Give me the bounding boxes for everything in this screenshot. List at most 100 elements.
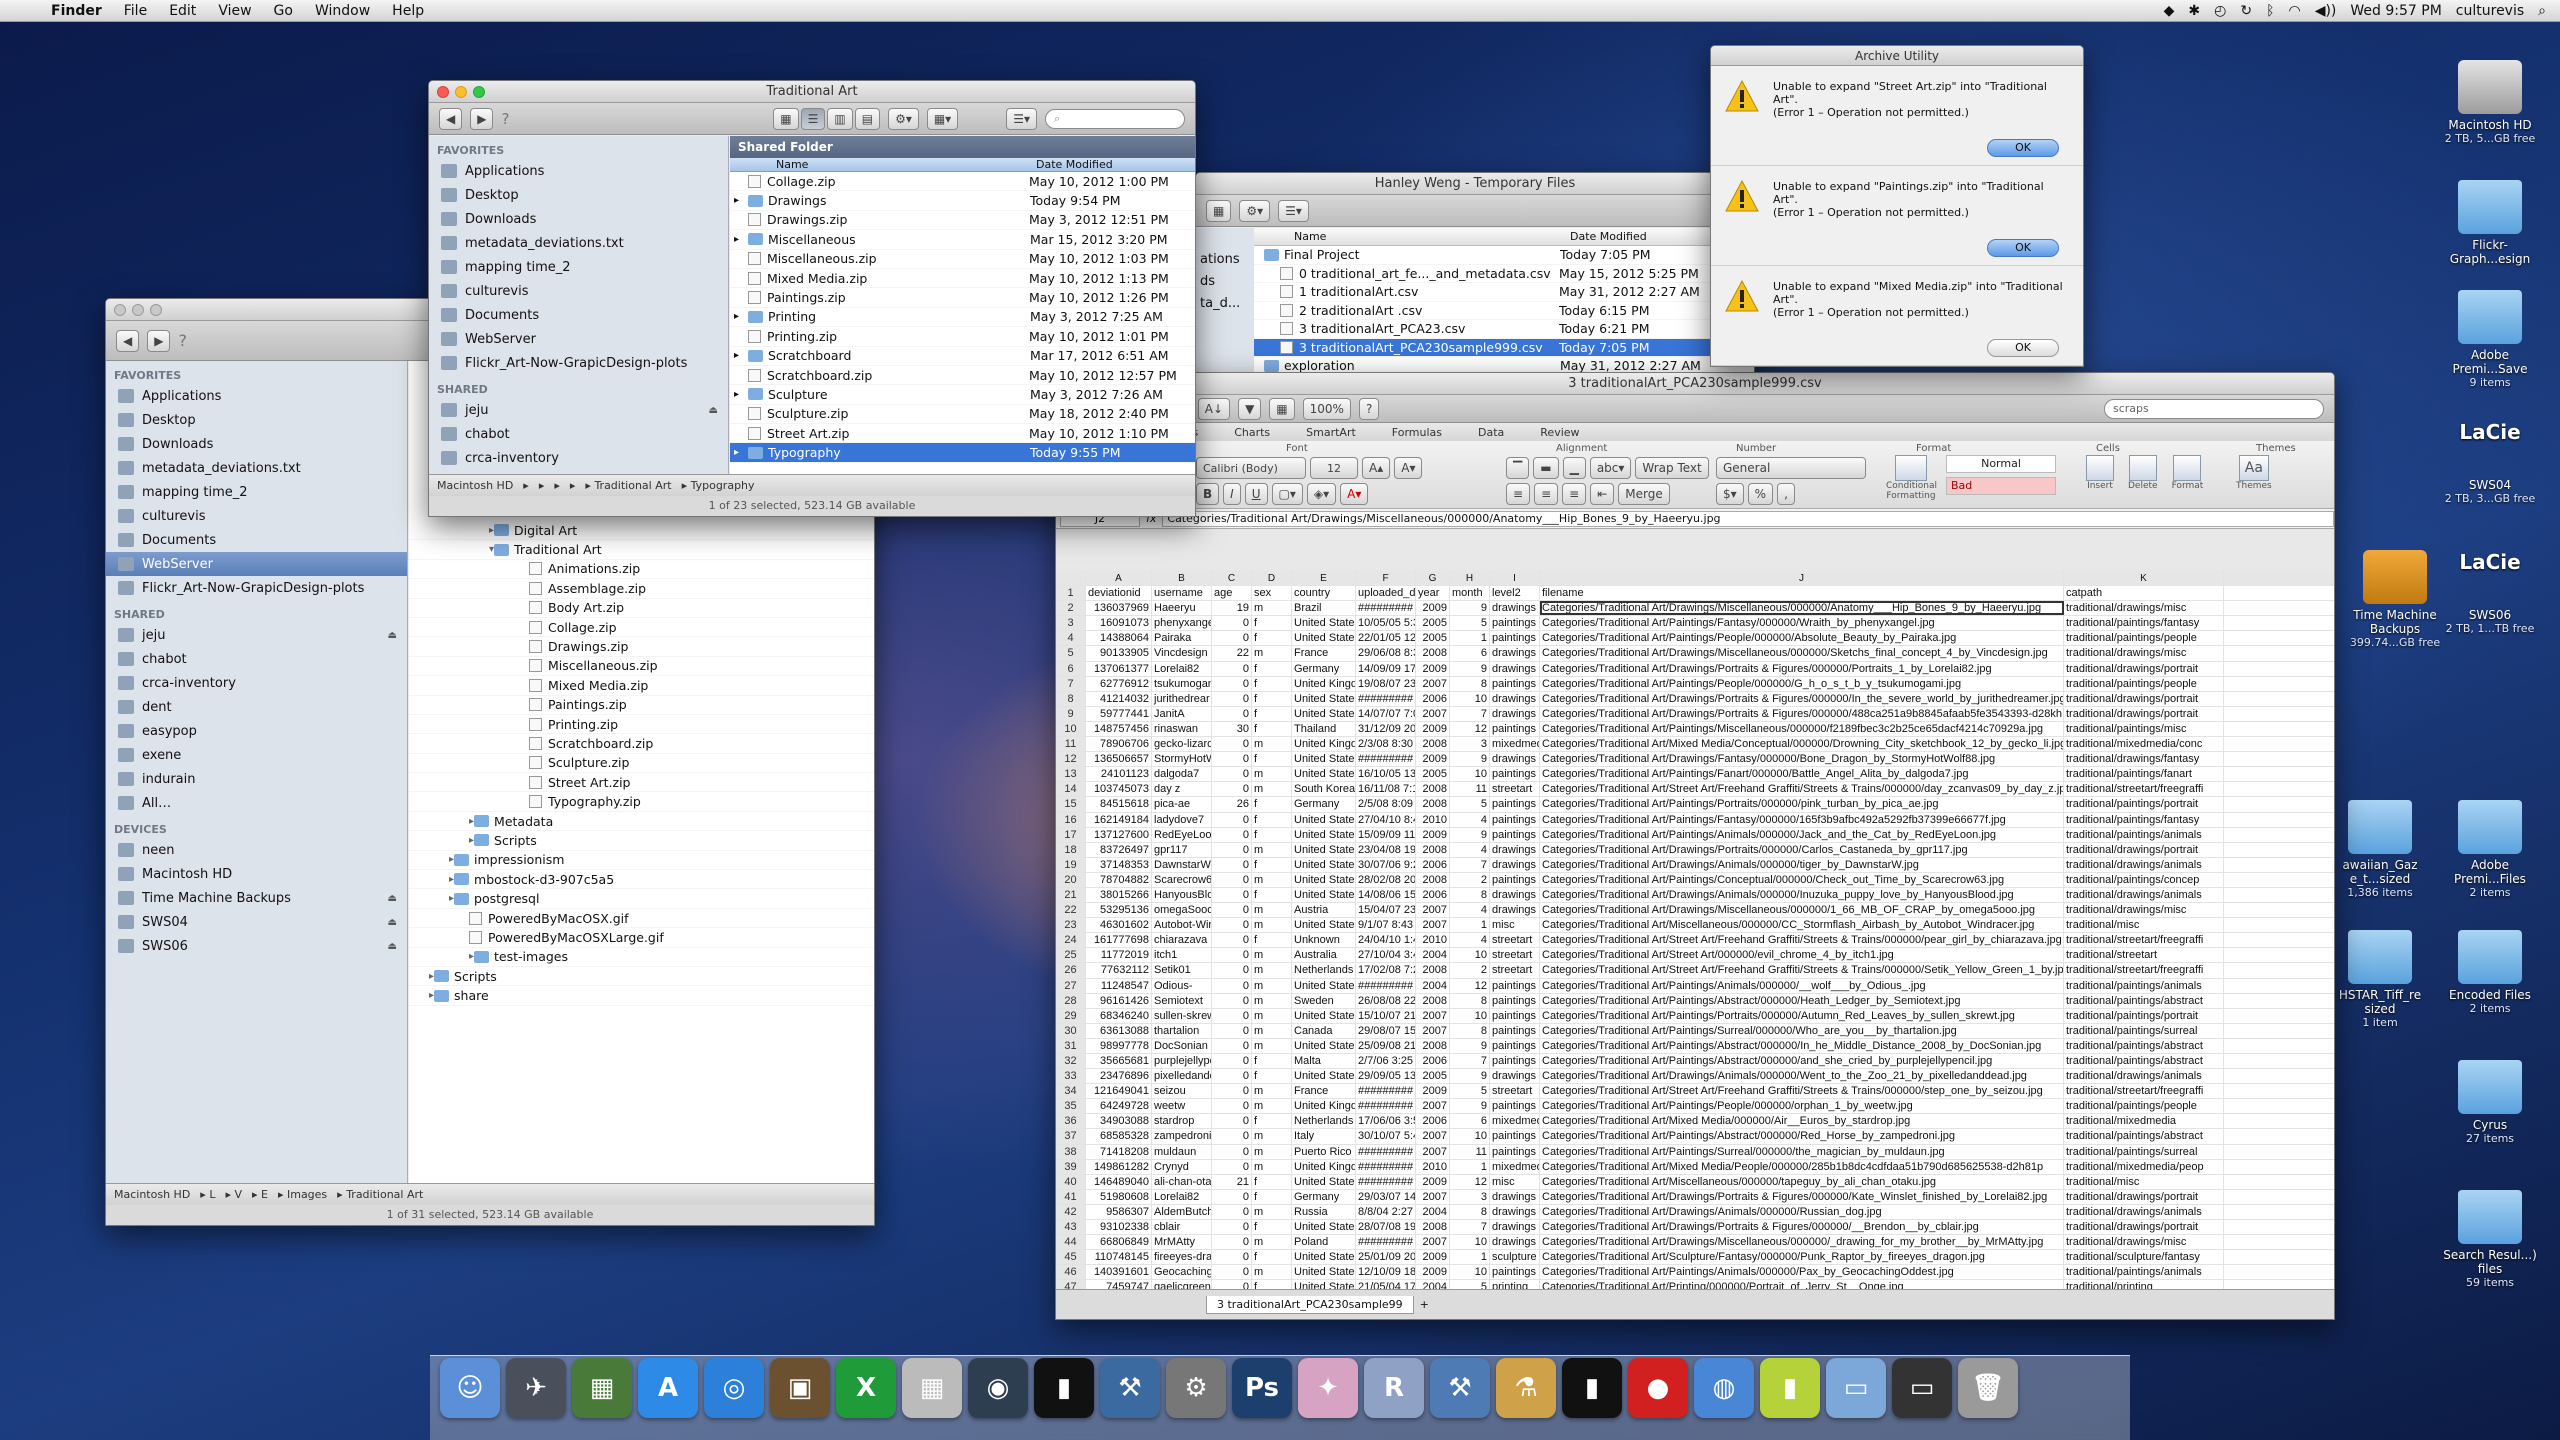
ok-button[interactable]: OK (1987, 239, 2059, 257)
bold-button[interactable]: B (1196, 483, 1220, 505)
row-number[interactable]: 44 (1056, 1235, 1086, 1250)
cell[interactable]: drawings (1490, 857, 1540, 872)
cell[interactable]: 19 (1212, 601, 1252, 616)
excel-dock-icon[interactable]: X (836, 1358, 896, 1418)
cell[interactable]: 29/06/08 8:3 (1356, 646, 1416, 661)
cell[interactable]: drawings (1490, 1220, 1540, 1235)
desktop-icon[interactable]: Encoded Files 2 items (2435, 930, 2545, 1015)
file-row[interactable]: 3 traditionalArt_PCA230sample999.csv Toda… (1254, 338, 1754, 357)
search-input[interactable]: ⌕ (1045, 108, 1185, 129)
cell[interactable]: France (1292, 646, 1356, 661)
cell[interactable]: ######### (1356, 752, 1416, 767)
header-cell[interactable]: catpath (2064, 586, 2224, 601)
network-dock-icon[interactable]: ◍ (1694, 1358, 1754, 1418)
sort-button[interactable]: A↓ (1197, 397, 1231, 420)
cell[interactable]: 12 (1450, 721, 1490, 737)
back-button[interactable]: ◀ (439, 107, 463, 130)
cell[interactable]: 7459747 (1086, 1280, 1152, 1289)
cell[interactable]: Categories/Traditional Art/Mixed Media/0… (1540, 1114, 2064, 1129)
cell[interactable]: traditional/paintings/abstract (2064, 993, 2224, 1008)
cell[interactable]: f (1252, 1220, 1292, 1235)
cell[interactable]: 0 (1212, 963, 1252, 978)
align-bottom-button[interactable]: ▁ (1562, 457, 1586, 479)
cell[interactable]: 0 (1212, 1038, 1252, 1053)
cell[interactable]: Canada (1292, 1023, 1356, 1038)
cell[interactable]: 10 (1450, 691, 1490, 706)
tree-row[interactable]: Printing.zip (409, 715, 874, 735)
cell[interactable]: 12/10/09 18: (1356, 1265, 1416, 1280)
cell[interactable]: 0 (1212, 631, 1252, 646)
volume-icon[interactable]: ◀)) (2315, 3, 2337, 19)
cell[interactable]: 2009 (1416, 827, 1450, 842)
indent-button[interactable]: ⇤ (1590, 483, 1615, 505)
fill-color-button[interactable]: ◈▾ (1306, 483, 1337, 505)
cell[interactable]: Categories/Traditional Art/Drawings/Port… (1540, 661, 2064, 676)
cell[interactable]: purplejellype (1152, 1054, 1212, 1069)
row-number[interactable]: 43 (1056, 1220, 1086, 1235)
cell[interactable]: paintings (1490, 1265, 1540, 1280)
cell[interactable]: Categories/Traditional Art/Paintings/Fan… (1540, 812, 2064, 827)
path-segment[interactable]: ▸ E (252, 1188, 268, 1201)
borders-button[interactable]: ▢▾ (1271, 483, 1303, 505)
row-number[interactable]: 32 (1056, 1054, 1086, 1069)
row-number[interactable]: 42 (1056, 1204, 1086, 1220)
cell[interactable]: 0 (1212, 1008, 1252, 1023)
cell[interactable]: muldaun (1152, 1144, 1212, 1159)
cell[interactable]: jurithedrear (1152, 691, 1212, 706)
cell[interactable]: United Kingd (1292, 737, 1356, 752)
cell[interactable]: 2008 (1416, 872, 1450, 887)
sidebar-item[interactable]: culturevis (106, 504, 407, 528)
header-cell[interactable]: month (1450, 586, 1490, 601)
disclosure-triangle-icon[interactable]: ▸ (730, 447, 748, 458)
add-sheet-button[interactable]: + (1420, 1298, 1429, 1311)
cell[interactable]: 34903088 (1086, 1114, 1152, 1129)
cell[interactable]: paintings (1490, 1144, 1540, 1159)
sidebar-item[interactable]: SWS04 ⏏ (106, 910, 407, 934)
cell[interactable]: 23/04/08 19: (1356, 842, 1416, 857)
cell[interactable]: Categories/Traditional Art/Drawings/Port… (1540, 1189, 2064, 1204)
cell[interactable]: United State (1292, 1069, 1356, 1084)
cell[interactable]: 2 (1450, 872, 1490, 887)
row-number[interactable]: 11 (1056, 737, 1086, 752)
disclosure-triangle-icon[interactable]: ▸ (730, 234, 748, 245)
themes-button[interactable]: Aa Themes (2236, 455, 2272, 491)
row-number[interactable]: 22 (1056, 903, 1086, 918)
cell[interactable]: m (1252, 1129, 1292, 1144)
sidebar-item[interactable]: Flickr_Art-Now-GrapicDesign-plots (106, 576, 407, 600)
cell[interactable]: 10 (1450, 948, 1490, 963)
cell[interactable]: ######### (1356, 691, 1416, 706)
cell[interactable]: Brazil (1292, 601, 1356, 616)
cell[interactable]: 9 (1450, 601, 1490, 616)
cell[interactable]: f (1252, 616, 1292, 631)
xcode-dock-icon[interactable]: ⚒ (1100, 1358, 1160, 1418)
zoom-button[interactable] (473, 86, 485, 98)
cell[interactable]: 0 (1212, 1159, 1252, 1174)
cell[interactable]: streetart (1490, 948, 1540, 963)
desktop-icon[interactable]: Search Resul...) files 59 items (2435, 1190, 2545, 1289)
cell[interactable]: Categories/Traditional Art/Drawings/Port… (1540, 842, 2064, 857)
app-store-dock-icon[interactable]: A (638, 1358, 698, 1418)
cell[interactable]: 161777698 (1086, 933, 1152, 948)
ribbon-tab[interactable]: SmartArt (1288, 426, 1374, 439)
cell[interactable]: traditional/drawings/portrait (2064, 661, 2224, 676)
cell[interactable]: drawings (1490, 903, 1540, 918)
tree-row[interactable]: Street Art.zip (409, 773, 874, 793)
cell[interactable]: 9 (1450, 1099, 1490, 1114)
cell[interactable]: m (1252, 978, 1292, 993)
cell[interactable]: 4 (1450, 903, 1490, 918)
format-button[interactable]: Format (2172, 455, 2203, 491)
cell[interactable]: United State (1292, 1008, 1356, 1023)
style-normal[interactable]: Normal (1946, 455, 2056, 473)
font-size-select[interactable]: 12 (1310, 457, 1358, 479)
cell[interactable]: 2008 (1416, 1220, 1450, 1235)
col-date[interactable]: Date Modified (1030, 158, 1113, 171)
cell[interactable]: 4 (1450, 812, 1490, 827)
cell[interactable]: traditional/drawings/portrait (2064, 1189, 2224, 1204)
cell[interactable]: AldemButch (1152, 1204, 1212, 1220)
path-segment[interactable]: ▸ (539, 479, 545, 492)
cell[interactable]: 0 (1212, 812, 1252, 827)
cell[interactable]: United Kingd (1292, 1099, 1356, 1114)
cell[interactable]: Categories/Traditional Art/Paintings/Ani… (1540, 827, 2064, 842)
cell[interactable]: f (1252, 661, 1292, 676)
cell[interactable]: m (1252, 993, 1292, 1008)
